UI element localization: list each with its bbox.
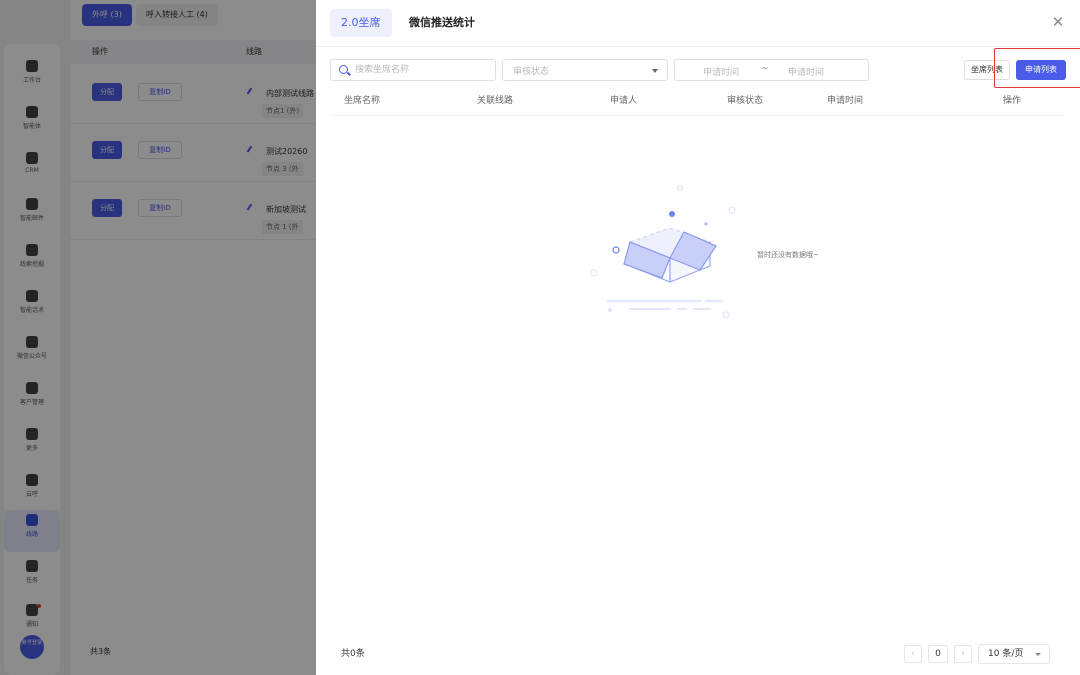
pagination-prev-button[interactable]: ‹ — [904, 645, 922, 663]
tab-wechat-push-stats[interactable]: 微信推送统计 — [398, 9, 486, 37]
table-header: 坐席名称 关联线路 申请人 审核状态 申请时间 操作 — [330, 86, 1064, 116]
drawer-header: 2.0坐席 微信推送统计 ✕ — [316, 0, 1080, 47]
search-icon — [339, 65, 348, 74]
column-header-applicant: 申请人 — [610, 96, 638, 106]
status-select-placeholder: 审核状态 — [513, 67, 550, 77]
seat-search-field[interactable] — [330, 59, 496, 81]
empty-box-illustration: * — [590, 185, 736, 319]
pagination-current-page[interactable]: 0 — [928, 645, 948, 663]
total-count: 共0条 — [341, 649, 365, 659]
pagination-next-button[interactable]: › — [954, 645, 972, 663]
seat-drawer: 2.0坐席 微信推送统计 ✕ 审核状态 申请时间 ~ 申请时间 坐席列表 申请列… — [316, 0, 1080, 675]
date-end-input[interactable]: 申请时间 — [788, 65, 824, 78]
column-header-linked-line: 关联线路 — [477, 96, 514, 106]
date-separator: ~ — [761, 64, 769, 74]
column-header-action: 操作 — [1003, 96, 1022, 106]
column-header-apply-time: 申请时间 — [827, 96, 864, 106]
status-select[interactable]: 审核状态 — [502, 59, 668, 81]
column-header-seat-name: 坐席名称 — [344, 96, 381, 106]
chevron-down-icon — [1035, 653, 1041, 656]
search-input[interactable] — [355, 63, 491, 77]
chevron-down-icon — [652, 69, 658, 73]
svg-text:*: * — [704, 221, 708, 230]
column-header-review-status: 审核状态 — [727, 96, 764, 106]
page-size-select[interactable]: 10 条/页 — [978, 644, 1050, 664]
tab-seat-2[interactable]: 2.0坐席 — [330, 9, 392, 37]
date-start-input[interactable]: 申请时间 — [703, 65, 739, 78]
highlight-annotation — [994, 48, 1080, 88]
page-size-value: 10 条/页 — [988, 649, 1024, 659]
empty-state-text: 暂时还没有数据哦~ — [757, 251, 819, 259]
date-range-picker[interactable]: 申请时间 ~ 申请时间 — [674, 59, 869, 81]
close-icon[interactable]: ✕ — [1050, 14, 1066, 30]
